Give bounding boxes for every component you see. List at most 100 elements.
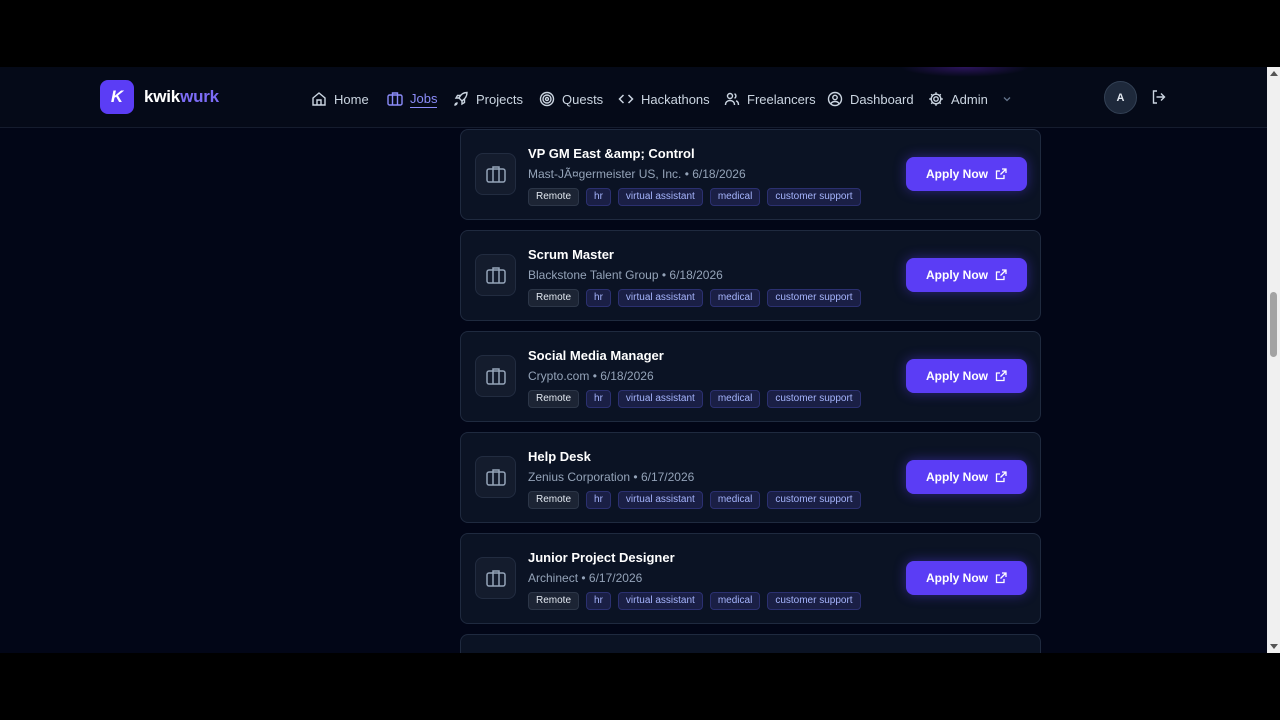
nav-label: Jobs (410, 90, 438, 108)
tag-remote: Remote (528, 491, 580, 509)
brand-name: kwikwurk (144, 87, 219, 107)
nav-label: Quests (562, 91, 604, 107)
tag-skill: medical (709, 592, 761, 610)
tag-remote: Remote (528, 188, 580, 206)
apply-now-button[interactable]: Apply Now (906, 561, 1027, 595)
nav-label: Hackathons (641, 91, 710, 107)
gear-icon (929, 92, 943, 106)
briefcase-icon (475, 456, 516, 498)
apply-label: Apply Now (926, 470, 988, 484)
home-icon (312, 92, 326, 106)
apply-label: Apply Now (926, 369, 988, 383)
briefcase-icon (475, 355, 516, 397)
nav-item-projects[interactable]: Projects (453, 88, 523, 110)
job-title[interactable]: Scrum Master (528, 247, 614, 262)
tag-list: Remote hr virtual assistant medical cust… (528, 390, 868, 408)
tag-skill: virtual assistant (617, 592, 703, 610)
job-title[interactable]: VP GM East &amp; Control (528, 146, 695, 161)
tag-skill: customer support (767, 188, 861, 206)
job-date: 6/18/2026 (692, 167, 746, 181)
tag-skill: hr (586, 289, 611, 307)
tag-skill: medical (709, 390, 761, 408)
apply-label: Apply Now (926, 268, 988, 282)
users-icon (724, 92, 740, 106)
nav-label: Home (334, 91, 369, 107)
tag-skill: customer support (767, 289, 861, 307)
job-card: Junior Project Designer Archinect • 6/17… (460, 533, 1041, 624)
logout-icon[interactable] (1151, 89, 1167, 110)
external-link-icon (995, 471, 1007, 483)
briefcase-icon (475, 557, 516, 599)
apply-now-button[interactable]: Apply Now (906, 359, 1027, 393)
nav-label: Projects (476, 91, 523, 107)
tag-skill: virtual assistant (617, 390, 703, 408)
apply-now-button[interactable]: Apply Now (906, 258, 1027, 292)
job-company: Blackstone Talent Group (528, 268, 659, 282)
nav-label: Dashboard (850, 91, 914, 107)
page-scrollbar[interactable] (1267, 67, 1280, 653)
tag-skill: hr (586, 390, 611, 408)
app-viewport: VP GM East &amp; Control Mast-JÃ¤germeis… (0, 67, 1280, 653)
job-title[interactable]: Help Desk (528, 449, 591, 464)
job-title[interactable]: Social Media Manager (528, 348, 664, 363)
briefcase-icon (475, 153, 516, 195)
user-circle-icon (827, 91, 843, 107)
tag-skill: hr (586, 592, 611, 610)
tag-skill: medical (709, 491, 761, 509)
tag-list: Remote hr virtual assistant medical cust… (528, 491, 868, 509)
job-company: Archinect (528, 571, 579, 585)
nav-item-dashboard[interactable]: Dashboard (827, 88, 914, 110)
apply-now-button[interactable]: Apply Now (906, 157, 1027, 191)
apply-label: Apply Now (926, 167, 988, 181)
tag-skill: hr (586, 188, 611, 206)
chevron-down-icon (1003, 97, 1011, 102)
brand-logo-icon: K (100, 80, 134, 114)
apply-now-button[interactable]: Apply Now (906, 460, 1027, 494)
tag-skill: medical (709, 188, 761, 206)
job-title[interactable]: Junior Project Designer (528, 550, 675, 565)
tag-skill: customer support (767, 592, 861, 610)
target-icon (539, 91, 555, 107)
nav-item-freelancers[interactable]: Freelancers (724, 88, 816, 110)
job-date: 6/17/2026 (640, 470, 695, 484)
job-meta: Zenius Corporation • 6/17/2026 (528, 470, 695, 484)
job-card: VP GM East &amp; Control Mast-JÃ¤germeis… (460, 129, 1041, 220)
nav-item-home[interactable]: Home (311, 88, 369, 110)
apply-label: Apply Now (926, 571, 988, 585)
job-company: Crypto.com (528, 369, 590, 383)
user-avatar[interactable]: A (1104, 81, 1137, 114)
external-link-icon (995, 370, 1007, 382)
tag-skill: virtual assistant (617, 188, 703, 206)
tag-skill: virtual assistant (617, 491, 703, 509)
scroll-down-arrow-icon[interactable] (1270, 644, 1278, 649)
nav-item-hackathons[interactable]: Hackathons (618, 88, 710, 110)
job-meta: Archinect • 6/17/2026 (528, 571, 643, 585)
brand-name-part2: wurk (180, 87, 219, 106)
job-meta: Blackstone Talent Group • 6/18/2026 (528, 268, 723, 282)
external-link-icon (995, 168, 1007, 180)
briefcase-icon (387, 92, 403, 106)
tag-list: Remote hr virtual assistant medical cust… (528, 592, 868, 610)
nav-item-jobs[interactable]: Jobs (387, 88, 438, 110)
nav-item-quests[interactable]: Quests (539, 88, 603, 110)
tag-remote: Remote (528, 390, 580, 408)
brand-name-part1: kwik (144, 87, 181, 106)
job-date: 6/18/2026 (669, 268, 723, 282)
job-date: 6/17/2026 (588, 571, 643, 585)
job-meta: Crypto.com • 6/18/2026 (528, 369, 654, 383)
nav-label: Freelancers (747, 91, 816, 107)
scroll-thumb[interactable] (1270, 292, 1277, 357)
tag-skill: customer support (767, 491, 861, 509)
job-date: 6/18/2026 (600, 369, 654, 383)
nav-label: Admin (951, 91, 988, 107)
tag-list: Remote hr virtual assistant medical cust… (528, 188, 868, 206)
brand-logo-link[interactable]: K kwikwurk (100, 80, 219, 114)
nav-item-admin[interactable]: Admin (928, 88, 1019, 110)
scroll-up-arrow-icon[interactable] (1270, 71, 1278, 76)
job-card (460, 634, 1041, 653)
tag-remote: Remote (528, 289, 580, 307)
rocket-icon (454, 91, 468, 106)
tag-skill: virtual assistant (617, 289, 703, 307)
external-link-icon (995, 572, 1007, 584)
tag-skill: hr (586, 491, 611, 509)
